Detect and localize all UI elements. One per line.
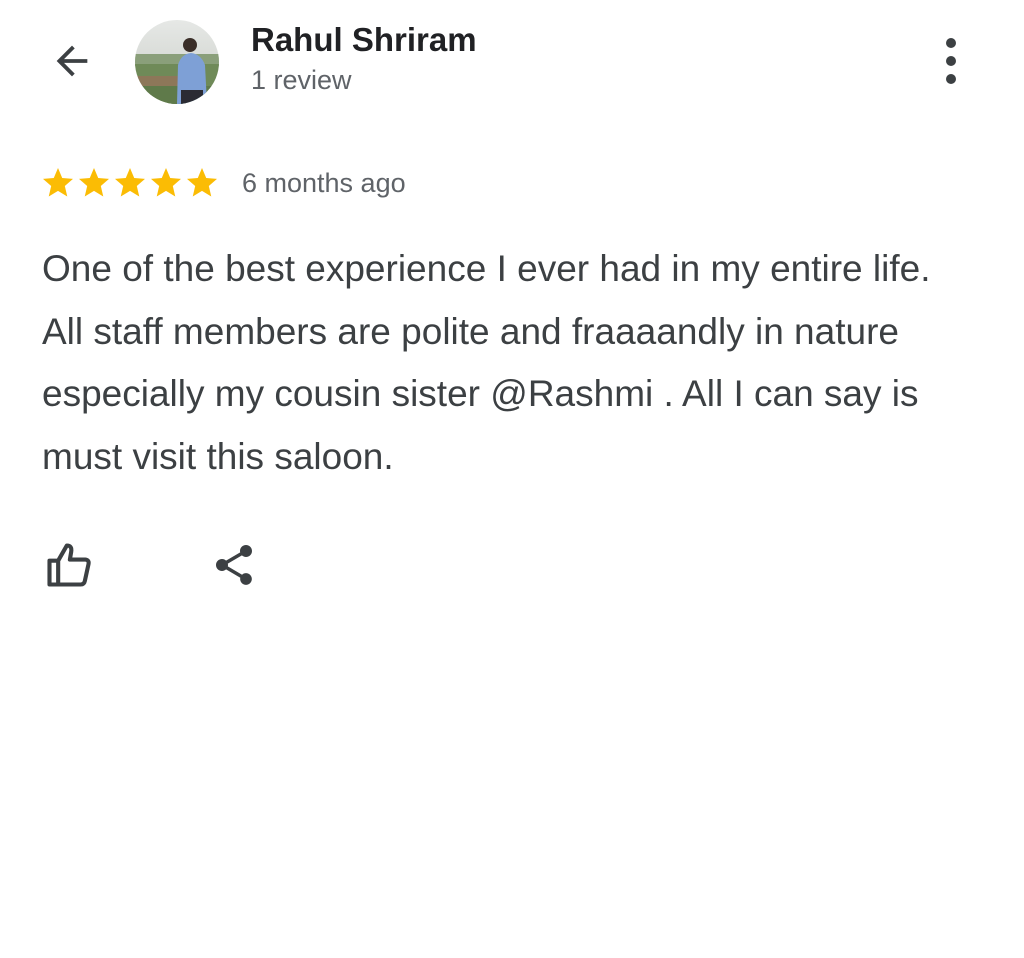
review-count: 1 review xyxy=(251,65,352,95)
reviewer-name[interactable]: Rahul Shriram xyxy=(251,21,477,59)
star-rating xyxy=(40,165,220,201)
share-icon xyxy=(216,545,252,585)
review-text: One of the best experience I ever had in… xyxy=(42,248,931,477)
share-button[interactable] xyxy=(203,534,265,596)
arrow-back-icon xyxy=(56,45,88,77)
like-button[interactable] xyxy=(38,534,100,596)
star-icon xyxy=(115,168,145,197)
star-icon xyxy=(151,168,181,197)
thumb-up-icon xyxy=(47,543,91,587)
star-icon xyxy=(187,168,217,197)
star-icon xyxy=(79,168,109,197)
profile-photo xyxy=(135,20,219,104)
star-icon xyxy=(43,168,73,197)
avatar[interactable] xyxy=(135,20,219,104)
back-button[interactable] xyxy=(44,36,100,86)
rating-row: 6 months ago xyxy=(40,163,406,203)
review-date: 6 months ago xyxy=(242,167,406,198)
more-options-button[interactable] xyxy=(930,36,972,86)
more-vertical-icon xyxy=(946,38,956,84)
